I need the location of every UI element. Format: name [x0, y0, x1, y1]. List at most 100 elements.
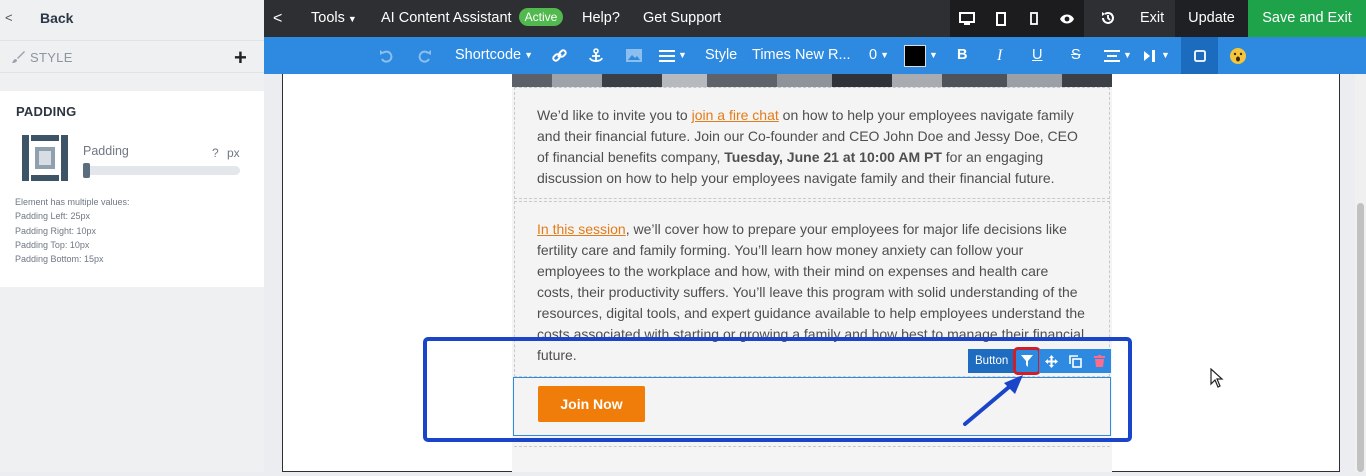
filter-button[interactable]	[1013, 347, 1042, 375]
mobile-view-button[interactable]	[1017, 0, 1050, 37]
padding-left-value: Padding Left: 25px	[15, 211, 91, 222]
add-style-button[interactable]: +	[234, 45, 247, 71]
scrollbar-thumb[interactable]	[1357, 203, 1364, 472]
link-button[interactable]	[552, 37, 567, 74]
get-support-link[interactable]: Get Support	[643, 0, 721, 37]
caret-down-icon: ▼	[880, 50, 889, 60]
caret-down-icon: ▼	[347, 14, 357, 24]
redo-button[interactable]	[418, 37, 432, 74]
invite-text-1: We’d like to invite you to	[537, 107, 692, 123]
mouse-pointer-icon	[1210, 368, 1224, 388]
back-label: Back	[40, 10, 74, 26]
emoji-button[interactable]	[1229, 37, 1247, 74]
back-link[interactable]: < Back	[0, 0, 264, 37]
underline-button[interactable]: U	[1032, 37, 1042, 74]
mobile-icon	[1029, 12, 1038, 25]
strikethrough-button[interactable]: S	[1071, 37, 1081, 74]
font-family-select[interactable]: Times New R...	[752, 37, 851, 74]
desktop-icon	[958, 11, 975, 25]
desktop-view-button[interactable]	[950, 0, 983, 37]
padding-right-value: Padding Right: 10px	[15, 225, 97, 236]
session-text: , we’ll cover how to prepare your employ…	[537, 221, 1085, 363]
indent-menu[interactable]: ▼	[1144, 37, 1170, 74]
font-size-value: 0	[869, 47, 878, 63]
copy-icon	[1068, 354, 1082, 368]
style-header: STYLE +	[0, 40, 264, 73]
padding-unit[interactable]: px	[227, 146, 240, 160]
text-color-dropdown[interactable]: ▼	[929, 37, 938, 74]
padding-value[interactable]: ?	[212, 146, 219, 160]
move-button[interactable]	[1039, 349, 1064, 373]
padding-slider-handle[interactable]	[83, 163, 90, 178]
status-badge: Active	[518, 8, 564, 26]
history-icon	[1102, 12, 1114, 24]
preview-button[interactable]	[1050, 0, 1083, 37]
device-preview-group	[950, 0, 1084, 37]
tablet-icon	[995, 11, 1006, 26]
history-button[interactable]	[1100, 0, 1116, 37]
tools-menu[interactable]: Tools ▼	[311, 0, 357, 37]
padding-icon	[22, 135, 68, 181]
align-center-icon	[1104, 49, 1120, 62]
block-type-label: Button	[968, 349, 1016, 373]
save-and-exit-button[interactable]: Save and Exit	[1248, 0, 1366, 37]
eye-icon	[1059, 14, 1074, 23]
caret-down-icon: ▼	[678, 50, 687, 60]
list-icon	[659, 49, 675, 62]
indent-icon	[1144, 49, 1155, 62]
bold-button[interactable]: B	[957, 37, 967, 74]
anchor-icon	[589, 47, 603, 62]
invite-text-block[interactable]: We’d like to invite you to join a fire c…	[514, 87, 1110, 199]
image-icon	[626, 49, 642, 62]
paintbrush-icon	[12, 51, 25, 63]
redo-icon	[418, 49, 431, 63]
button-block[interactable]: Join Now	[513, 377, 1111, 436]
exit-button[interactable]: Exit	[1140, 0, 1164, 37]
shortcode-label: Shortcode	[455, 47, 522, 63]
undo-button[interactable]	[379, 37, 393, 74]
delete-button[interactable]	[1087, 349, 1112, 373]
help-link[interactable]: Help?	[582, 0, 620, 37]
tablet-view-button[interactable]	[984, 0, 1017, 37]
tools-label: Tools	[311, 10, 345, 26]
trash-icon	[1093, 355, 1105, 367]
padding-top-value: Padding Top: 10px	[15, 239, 90, 250]
main-toolbar: < Tools ▼ AI Content Assistant Active Hel…	[264, 0, 1366, 37]
list-menu[interactable]: ▼	[659, 37, 687, 74]
multi-values-note: Element has multiple values: Padding Lef…	[15, 195, 130, 266]
text-color-swatch[interactable]	[904, 45, 926, 67]
padding-slider-track[interactable]	[83, 166, 240, 175]
italic-button[interactable]: I	[997, 37, 1002, 74]
font-size-select[interactable]: 0 ▼	[869, 37, 889, 74]
update-button[interactable]: Update	[1175, 0, 1248, 37]
padding-panel: PADDING Padding ? px Element has multipl…	[0, 91, 264, 287]
duplicate-button[interactable]	[1063, 349, 1088, 373]
style-menu[interactable]: Style	[705, 37, 737, 74]
session-link[interactable]: In this session	[537, 221, 626, 237]
padding-label: Padding	[83, 144, 129, 158]
event-date: Tuesday, June 21 at 10:00 AM PT	[724, 149, 942, 165]
block-border-button[interactable]	[1181, 37, 1218, 74]
join-now-button[interactable]: Join Now	[538, 386, 645, 422]
move-icon	[1044, 354, 1058, 368]
image-button[interactable]	[626, 37, 642, 74]
caret-down-icon: ▼	[1123, 50, 1132, 60]
collapse-sidebar-button[interactable]: <	[273, 0, 282, 37]
email-body: We’d like to invite you to join a fire c…	[512, 74, 1112, 472]
anchor-button[interactable]	[588, 37, 604, 74]
ai-assistant-label: AI Content Assistant	[381, 10, 512, 26]
emoji-icon	[1230, 47, 1246, 64]
header-image	[512, 74, 1112, 87]
shortcode-menu[interactable]: Shortcode ▼	[455, 37, 533, 74]
fire-chat-link[interactable]: join a fire chat	[692, 107, 779, 123]
square-icon	[1193, 49, 1206, 62]
style-sidebar: < Back STYLE + PADDING Padding ? px Elem…	[0, 0, 264, 472]
multi-heading: Element has multiple values:	[15, 197, 130, 207]
chevron-left-icon: <	[5, 10, 13, 25]
filter-icon	[1021, 355, 1034, 367]
align-menu[interactable]: ▼	[1104, 37, 1132, 74]
ai-assistant-button[interactable]: AI Content Assistant Active	[381, 0, 564, 37]
block-toolbar: Button	[968, 347, 1112, 375]
panel-title: PADDING	[16, 104, 77, 119]
caret-down-icon: ▼	[1161, 50, 1170, 60]
